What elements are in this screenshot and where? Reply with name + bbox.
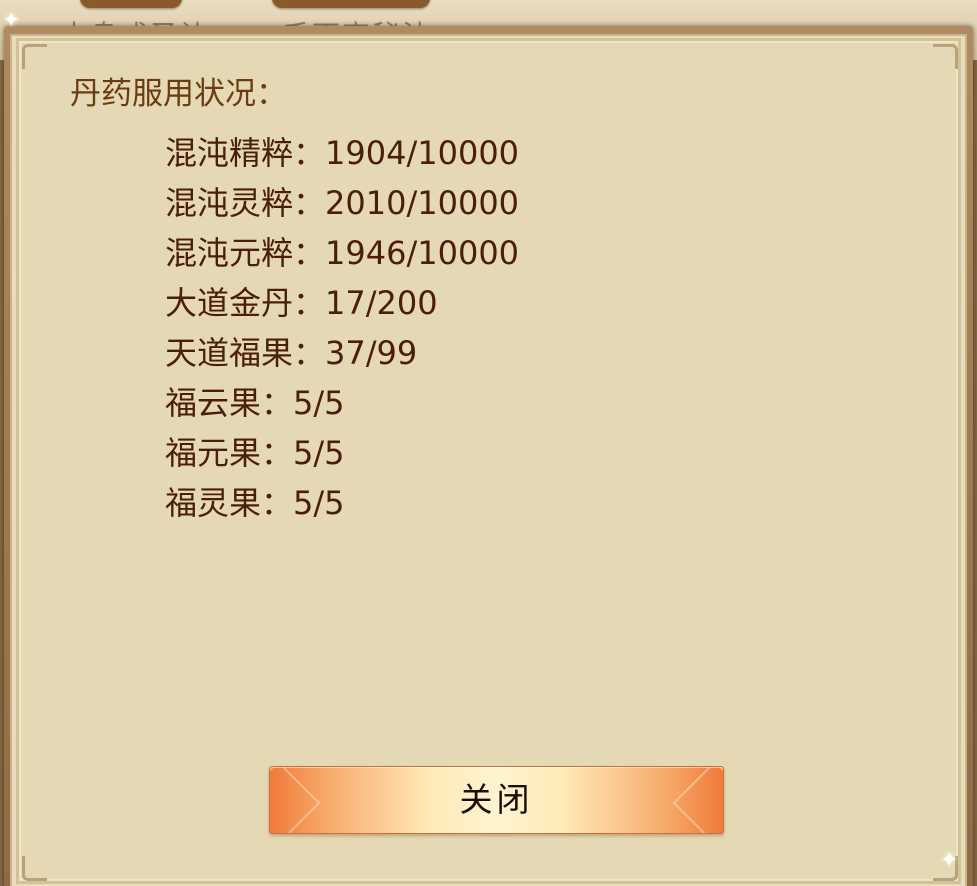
stat-label: 大道金丹： <box>165 284 326 322</box>
stat-row-hundun-jingcui: 混沌精粹：1904/10000 <box>165 130 519 180</box>
stat-value: 17/200 <box>325 284 438 322</box>
stat-value: 2010/10000 <box>325 184 520 222</box>
stat-row-fuling-guo: 福灵果：5/5 <box>165 480 519 530</box>
corner-ornament <box>22 856 47 881</box>
sparkle-icon: ✦ <box>940 848 959 873</box>
stat-row-hundun-yuancui: 混沌元粹：1946/10000 <box>165 230 519 280</box>
stat-row-hundun-lingcui: 混沌灵粹：2010/10000 <box>165 180 519 230</box>
sparkle-icon: ✦ <box>2 8 21 33</box>
pill-stat-list: 混沌精粹：1904/10000 混沌灵粹：2010/10000 混沌元粹：194… <box>165 130 519 530</box>
background-tab <box>272 0 430 8</box>
stat-value: 37/99 <box>325 334 418 372</box>
stat-label: 福灵果： <box>165 484 294 522</box>
stat-value: 5/5 <box>293 434 345 472</box>
stat-label: 混沌元粹： <box>165 234 326 272</box>
stat-row-dadao-jindan: 大道金丹：17/200 <box>165 280 519 330</box>
dialog-title: 丹药服用状况： <box>70 76 287 112</box>
stat-value: 5/5 <box>293 384 345 422</box>
stat-label: 天道福果： <box>165 334 326 372</box>
stat-row-fuyun-guo: 福云果：5/5 <box>165 380 519 430</box>
corner-ornament <box>22 44 47 69</box>
stat-label: 福云果： <box>165 384 294 422</box>
close-button[interactable]: 关闭 <box>269 766 724 834</box>
close-button-label: 关闭 <box>459 781 534 818</box>
corner-ornament <box>933 44 958 69</box>
stat-row-tiandao-fuguo: 天道福果：37/99 <box>165 330 519 380</box>
background-tab <box>80 0 182 8</box>
stat-label: 福元果： <box>165 434 294 472</box>
stat-value: 5/5 <box>293 484 345 522</box>
stat-row-fuyuan-guo: 福元果：5/5 <box>165 430 519 480</box>
stat-label: 混沌精粹： <box>165 134 326 172</box>
stat-label: 混沌灵粹： <box>165 184 326 222</box>
stat-value: 1946/10000 <box>325 234 520 272</box>
stat-value: 1904/10000 <box>325 134 520 172</box>
